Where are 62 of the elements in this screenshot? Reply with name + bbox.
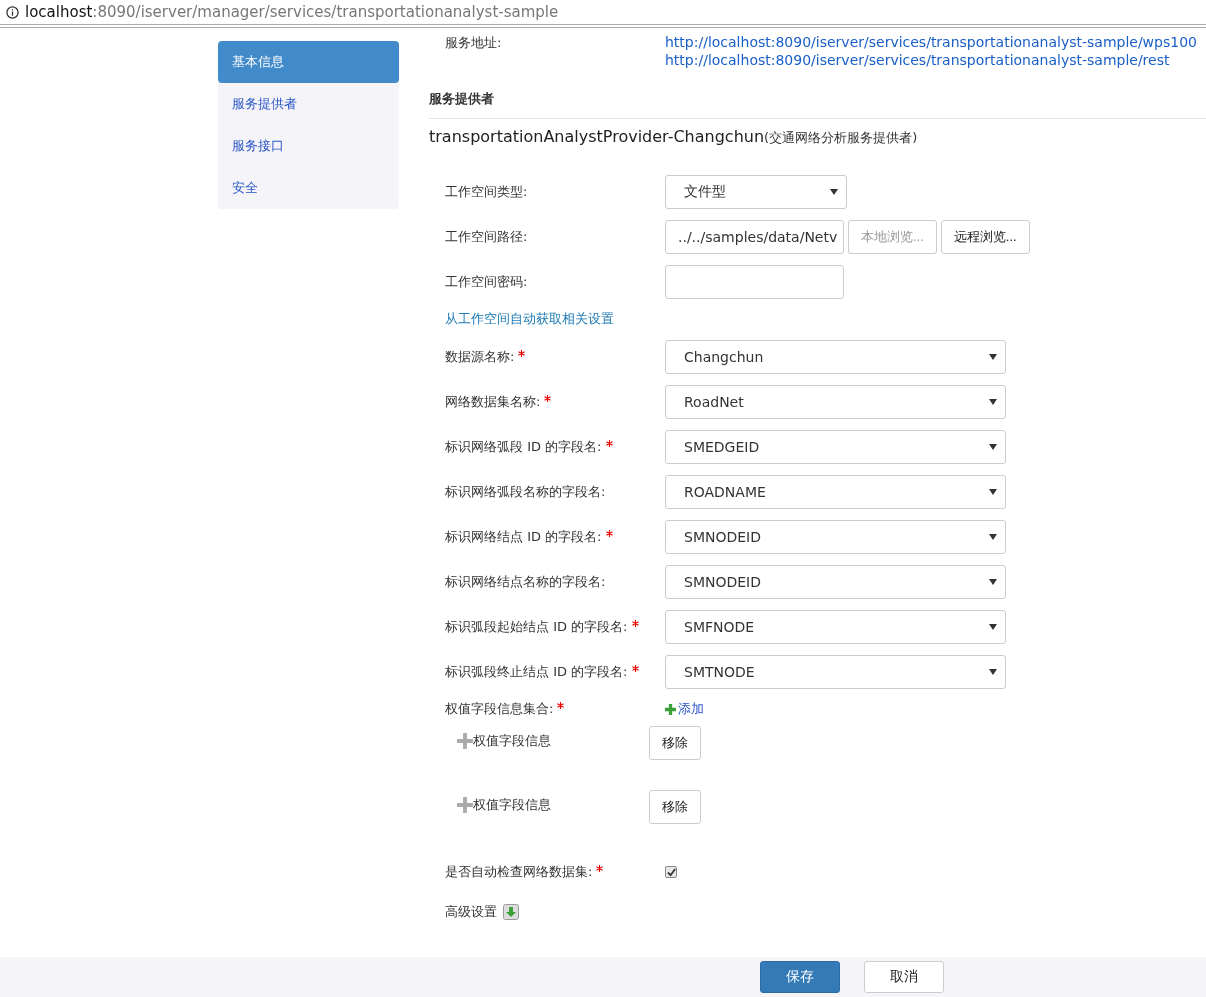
- field-label: 工作空间类型:: [445, 182, 529, 201]
- remove-button[interactable]: 移除: [649, 726, 701, 760]
- info-icon: [6, 5, 19, 19]
- path-input[interactable]: ../../samples/data/Netv: [665, 219, 844, 254]
- plus-icon: [665, 703, 676, 715]
- password-input[interactable]: [665, 264, 844, 299]
- field-label: 标识弧段起始结点 ID 的字段名:: [445, 617, 665, 636]
- plus-icon[interactable]: [457, 797, 473, 813]
- service-url-link[interactable]: http://localhost:8090/iserver/services/transportationanalyst-sample/wps100: [665, 34, 1197, 50]
- weight-field-label: 权值字段信息: [473, 732, 551, 750]
- checkbox[interactable]: [665, 866, 677, 878]
- select-field[interactable]: SMNODEID: [665, 519, 1006, 554]
- sidebar-item[interactable]: 服务提供者: [218, 83, 399, 125]
- provider-name: transportationAnalystProvider-Changchun: [429, 127, 765, 146]
- field-label: 标识弧段终止结点 ID 的字段名:: [445, 662, 665, 681]
- field-label: 工作空间密码:: [445, 272, 529, 291]
- field-label: 权值字段信息集合:: [445, 700, 665, 718]
- caret-icon: [989, 353, 997, 360]
- field-label: 标识网络结点 ID 的字段名:: [445, 527, 665, 546]
- field-label: 数据源名称:: [445, 347, 665, 366]
- weight-field-label: 权值字段信息: [473, 796, 551, 814]
- sidebar-item[interactable]: 服务接口: [218, 125, 399, 167]
- field-label: 是否自动检查网络数据集:: [445, 863, 665, 881]
- section-title: 服务提供者: [429, 68, 1206, 119]
- caret-icon: [830, 188, 838, 195]
- address-bar[interactable]: localhost:8090/iserver/manager/services/transportationanalyst-sample: [0, 0, 1206, 28]
- select-field[interactable]: 文件型: [665, 174, 847, 209]
- remove-button[interactable]: 移除: [649, 790, 701, 824]
- auto-settings-link[interactable]: 从工作空间自动获取相关设置: [445, 310, 614, 328]
- sidebar-item[interactable]: 基本信息: [218, 41, 399, 83]
- select-field[interactable]: SMFNODE: [665, 609, 1006, 644]
- caret-icon: [989, 533, 997, 540]
- sidebar-item[interactable]: 安全: [218, 167, 399, 209]
- select-field[interactable]: SMEDGEID: [665, 429, 1006, 464]
- advanced-settings-label: 高级设置: [445, 903, 497, 921]
- field-label: 网络数据集名称:: [445, 392, 665, 411]
- cancel-button[interactable]: 取消: [864, 961, 944, 993]
- plus-icon[interactable]: [457, 733, 473, 749]
- service-url-link[interactable]: http://localhost:8090/iserver/services/transportationanalyst-sample/rest: [665, 52, 1197, 68]
- caret-icon: [989, 398, 997, 405]
- field-label: 服务地址:: [445, 34, 503, 52]
- select-field[interactable]: ROADNAME: [665, 474, 1006, 509]
- down-arrow-icon[interactable]: [503, 904, 519, 920]
- browse-button[interactable]: 远程浏览...: [940, 219, 1030, 254]
- caret-icon: [989, 488, 997, 495]
- caret-icon: [989, 668, 997, 675]
- select-field[interactable]: RoadNet: [665, 384, 1006, 419]
- field-label: 工作空间路径:: [445, 227, 529, 246]
- select-field[interactable]: SMTNODE: [665, 654, 1006, 689]
- url-path: :8090/iserver/manager/services/transportationanalyst-sample: [92, 3, 559, 21]
- caret-icon: [989, 623, 997, 630]
- save-button[interactable]: 保存: [760, 961, 840, 993]
- url-host: localhost: [25, 3, 93, 21]
- caret-icon: [989, 578, 997, 585]
- field-label: 标识网络弧段 ID 的字段名:: [445, 437, 665, 456]
- caret-icon: [989, 443, 997, 450]
- select-field[interactable]: SMNODEID: [665, 564, 1006, 599]
- provider-description: (交通网络分析服务提供者): [764, 130, 918, 145]
- field-label: 标识网络弧段名称的字段名:: [445, 482, 607, 501]
- add-link[interactable]: 添加: [665, 700, 704, 718]
- field-label: 标识网络结点名称的字段名:: [445, 572, 607, 591]
- select-field[interactable]: Changchun: [665, 339, 1006, 374]
